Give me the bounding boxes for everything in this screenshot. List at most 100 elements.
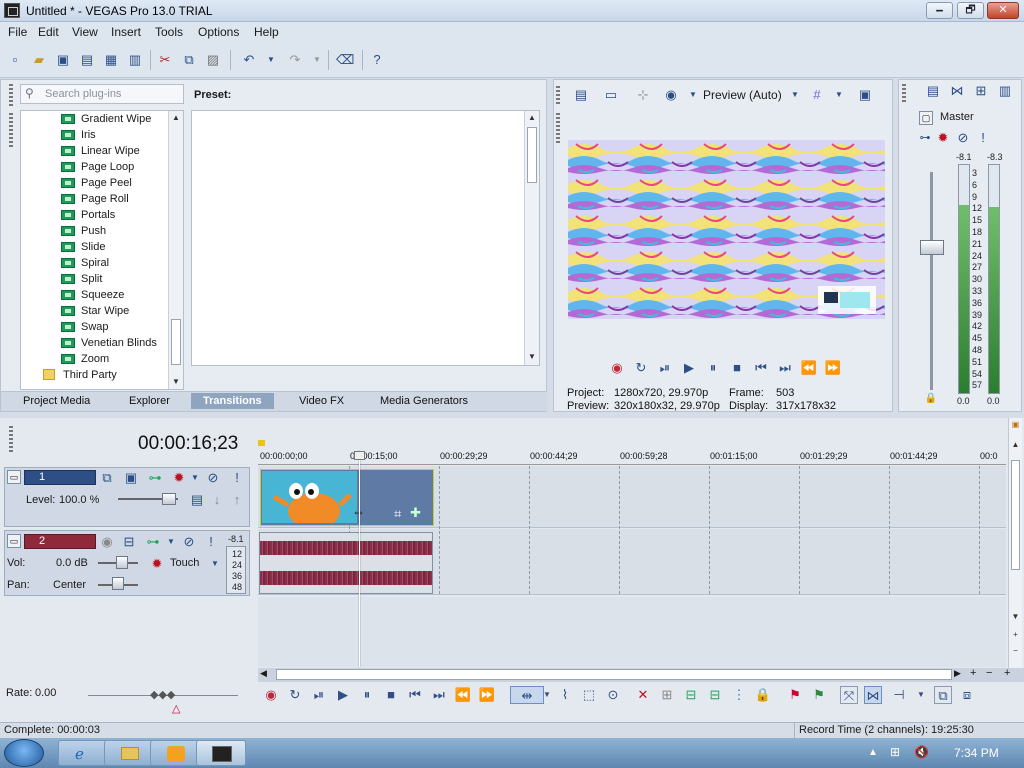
selection-tool-icon[interactable]: ⬚ (580, 686, 598, 704)
play-from-start-icon[interactable]: ⏯ (310, 686, 328, 704)
arm-record-icon[interactable]: ◉ (98, 533, 116, 551)
mixer-properties-icon[interactable]: ▤ (924, 82, 942, 100)
tab-video-fx[interactable]: Video FX (299, 395, 344, 407)
tree-item-star-wipe[interactable]: Star Wipe (61, 303, 129, 319)
solo-icon[interactable]: ! (228, 469, 246, 487)
scroll-down-icon[interactable]: ▼ (1009, 612, 1022, 621)
menu-file[interactable]: File (8, 25, 27, 39)
rate-slider-handle[interactable]: ◆◆◆ (150, 688, 175, 701)
make-compositing-child-icon[interactable]: ▣ (122, 469, 140, 487)
trim-icon[interactable]: ⊞ (658, 686, 676, 704)
time-ruler[interactable]: 00:00:00;00 00:00:15;00 00:00:29;29 00:0… (258, 451, 1006, 465)
scroll-up-icon[interactable]: ▲ (525, 113, 539, 122)
next-frame-icon[interactable]: ⏩ (478, 686, 496, 704)
split-icon[interactable]: ⋮ (730, 686, 748, 704)
event-pan-crop-icon[interactable]: ⌗ (394, 506, 401, 522)
record-icon[interactable]: ◉ (608, 359, 626, 377)
next-frame-icon[interactable]: ⏩ (824, 359, 842, 377)
lock-envelopes-icon[interactable]: ⧉ (934, 686, 952, 704)
pan-slider-handle[interactable] (112, 577, 124, 590)
master-fader-handle[interactable] (920, 240, 944, 255)
go-to-start-icon[interactable]: ⏮ (406, 686, 424, 704)
lock-event-icon[interactable]: 🔒 (754, 686, 772, 704)
trim-end-icon[interactable]: ⊟ (706, 686, 724, 704)
scroll-down-icon[interactable]: ▼ (169, 377, 183, 386)
external-monitor-icon[interactable]: ▭ (602, 86, 620, 104)
taskbar-explorer[interactable] (104, 740, 154, 766)
overlays-icon[interactable]: # (808, 86, 826, 104)
video-preview-frame[interactable] (568, 140, 885, 319)
new-icon[interactable]: ▫ (6, 51, 24, 69)
erase-icon[interactable]: ⌫ (336, 51, 354, 69)
overlays-dropdown-icon[interactable]: ▼ (830, 86, 848, 104)
delete-icon[interactable]: ✕ (634, 686, 652, 704)
scroll-thumb[interactable] (1011, 460, 1020, 570)
cut-icon[interactable]: ✂ (156, 51, 174, 69)
track-up-icon[interactable]: ↑ (228, 491, 246, 509)
tree-item-split[interactable]: Split (61, 271, 102, 287)
scroll-up-icon[interactable]: ▲ (169, 113, 183, 122)
previous-frame-icon[interactable]: ⏪ (800, 359, 818, 377)
mixer-meters-icon[interactable]: ▥ (996, 82, 1014, 100)
master-properties-button[interactable]: ▢ (919, 111, 933, 125)
scroll-down-icon[interactable]: ▼ (525, 352, 539, 361)
level-slider-handle[interactable] (162, 493, 176, 505)
split-screen-icon[interactable]: ◉ (662, 86, 680, 104)
preset-list[interactable] (191, 110, 540, 366)
tab-transitions[interactable]: Transitions (191, 393, 274, 409)
master-fx-icon[interactable]: ✹ (934, 129, 952, 147)
edit-tool-dropdown-icon[interactable]: ▼ (538, 686, 556, 704)
help-icon[interactable]: ? (368, 51, 386, 69)
tree-item-page-peel[interactable]: Page Peel (61, 175, 132, 191)
tree-item-page-loop[interactable]: Page Loop (61, 159, 134, 175)
plugin-tree[interactable]: Gradient Wipe Iris Linear Wipe Page Loop… (20, 110, 184, 390)
lock-icon[interactable]: 🔒 (922, 390, 940, 408)
minimize-button[interactable]: 🗕 (926, 2, 953, 19)
timecode-display[interactable]: 00:00:16;23 (138, 433, 238, 455)
trim-start-icon[interactable]: ⊟ (682, 686, 700, 704)
record-icon[interactable]: ◉ (262, 686, 280, 704)
go-to-start-icon[interactable]: ⏮ (752, 359, 770, 377)
scroll-thumb[interactable] (276, 669, 952, 680)
insert-marker-icon[interactable]: ⚑ (786, 686, 804, 704)
zoom-tool-icon[interactable]: ⊙ (604, 686, 622, 704)
timeline-hscroll[interactable]: ◀ ▶ + − + (258, 667, 1024, 682)
quality-dropdown-icon[interactable]: ▼ (786, 86, 804, 104)
maximize-button[interactable]: 🗗 (957, 2, 984, 19)
composite-mode-icon[interactable]: ⧉ (98, 469, 116, 487)
panel-grip-icon[interactable] (556, 113, 560, 143)
fx-dropdown-icon[interactable]: ▼ (186, 469, 204, 487)
render-icon[interactable]: ▦ (102, 51, 120, 69)
properties-icon[interactable]: ▥ (126, 51, 144, 69)
go-to-end-icon[interactable]: ⏭ (776, 359, 794, 377)
vol-slider-handle[interactable] (116, 556, 128, 569)
tree-item-gradient-wipe[interactable]: Gradient Wipe (61, 111, 151, 127)
taskbar-ie[interactable]: ℯ (58, 740, 108, 766)
zoom-in-icon[interactable]: + (1009, 630, 1022, 639)
tree-item-squeeze[interactable]: Squeeze (61, 287, 124, 303)
track-minimize-icon[interactable]: ▭ (7, 534, 21, 548)
timeline-vscroll[interactable]: ▣ ▲ ▼ + − (1008, 418, 1022, 668)
auto-crossfades-icon[interactable]: ⋈ (864, 686, 882, 704)
track-fx-icon[interactable]: ✹ (148, 555, 166, 573)
stop-icon[interactable]: ■ (728, 359, 746, 377)
menu-help[interactable]: Help (254, 25, 279, 39)
event-fx-icon[interactable]: ✚ (410, 505, 421, 521)
tree-item-venetian-blinds[interactable]: Venetian Blinds (61, 335, 157, 351)
tree-folder-third-party[interactable]: Third Party (43, 367, 117, 383)
copy-snapshot-icon[interactable]: ▣ (856, 86, 874, 104)
plugin-tree-scrollbar[interactable]: ▲ ▼ (168, 111, 183, 389)
menu-tools[interactable]: Tools (155, 25, 183, 39)
tab-media-generators[interactable]: Media Generators (380, 395, 468, 407)
tree-item-portals[interactable]: Portals (61, 207, 115, 223)
tree-item-zoom[interactable]: Zoom (61, 351, 109, 367)
pause-icon[interactable]: ⏸ (358, 686, 376, 704)
track-motion-icon[interactable]: ⊶ (146, 469, 164, 487)
copy-icon[interactable]: ⧉ (180, 51, 198, 69)
envelope-tool-icon[interactable]: ⌇ (556, 686, 574, 704)
preset-scrollbar[interactable]: ▲ ▼ (524, 111, 539, 365)
tree-item-push[interactable]: Push (61, 223, 106, 239)
redo-icon[interactable]: ↷ (286, 51, 304, 69)
scroll-up-icon[interactable]: ▣ (1009, 420, 1022, 429)
plugin-search-input[interactable]: ⚲ Search plug-ins (20, 84, 184, 104)
